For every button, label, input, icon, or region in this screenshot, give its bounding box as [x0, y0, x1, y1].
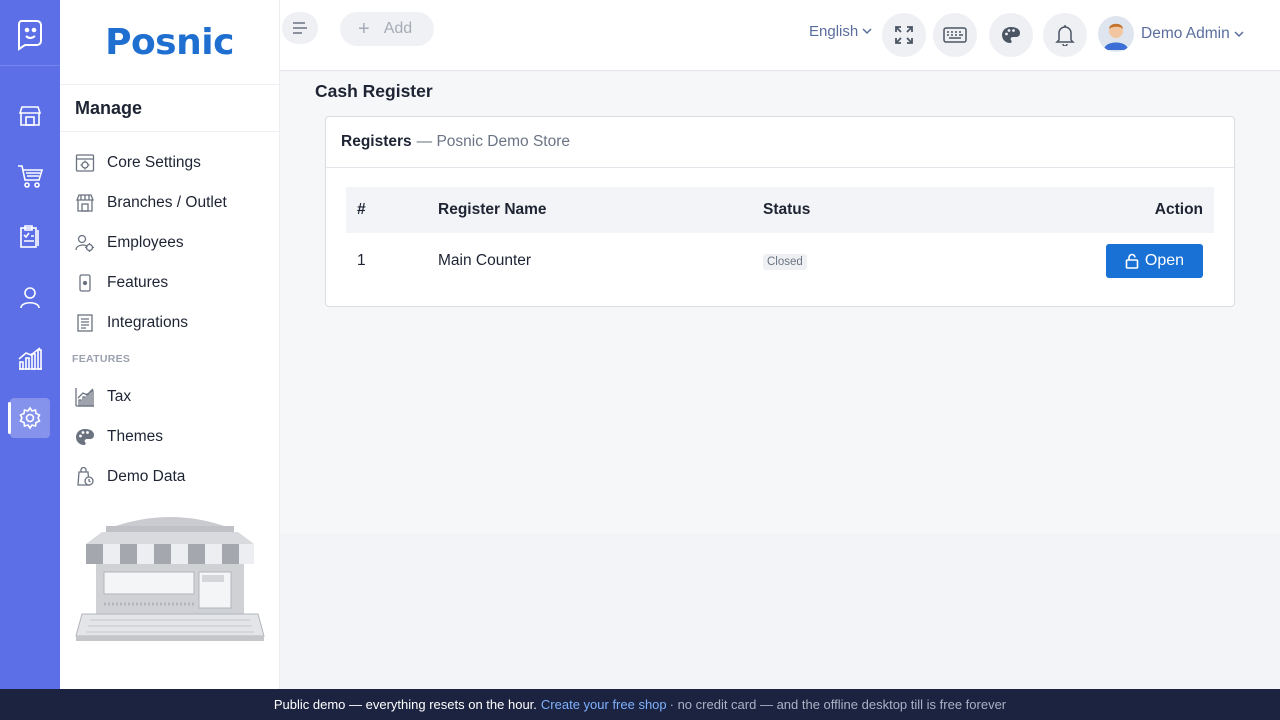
column-header: Action — [1154, 201, 1203, 218]
menu-item-integrations[interactable]: Integrations — [74, 308, 188, 338]
add-button[interactable]: + Add — [340, 12, 434, 46]
column-header: Status — [763, 201, 811, 218]
chevron-down-icon — [862, 28, 872, 35]
unlock-icon — [1125, 253, 1139, 269]
shop-illustration — [74, 514, 266, 646]
banner-rest: · no credit card — and the offline deskt… — [669, 697, 1007, 712]
palette-icon — [74, 426, 96, 448]
table-header: # Register Name Status Action — [346, 187, 1214, 233]
features-section-label: FEATURES — [72, 353, 131, 365]
register-name: Main Counter — [438, 252, 532, 269]
banner-text: Public demo — everything resets on the h… — [273, 697, 537, 712]
panel-title: Manage — [60, 85, 279, 132]
create-shop-link[interactable]: Create your free shop — [541, 697, 667, 712]
menu-item-demo-data[interactable]: Demo Data — [74, 462, 185, 492]
menu-toggle-button[interactable] — [282, 12, 318, 44]
registers-table: # Register Name Status Action 1 Main Cou… — [346, 187, 1214, 289]
status-badge: Closed — [763, 254, 807, 270]
rail-store-icon[interactable] — [10, 96, 50, 136]
menu-label: Employees — [107, 234, 184, 251]
demo-data-icon — [74, 466, 96, 488]
rail-settings-icon[interactable] — [8, 398, 50, 438]
bell-icon — [1055, 25, 1075, 46]
notifications-button[interactable] — [1043, 13, 1087, 57]
fullscreen-button[interactable] — [882, 13, 926, 57]
add-label: Add — [383, 20, 413, 37]
icon-rail — [0, 0, 60, 689]
user-menu[interactable]: Demo Admin — [1098, 16, 1244, 52]
rail-user-icon[interactable] — [10, 277, 50, 317]
rail-cart-icon[interactable] — [10, 156, 50, 196]
card-subtitle: — Posnic Demo Store — [416, 133, 570, 150]
language-label: English — [809, 23, 859, 40]
menu-item-employees[interactable]: Employees — [74, 228, 184, 258]
card-header: Registers — Posnic Demo Store — [326, 117, 1234, 168]
keyboard-icon — [943, 27, 967, 43]
card-title: Registers — [341, 133, 412, 150]
chart-icon — [74, 386, 96, 408]
menu-item-branches[interactable]: Branches / Outlet — [74, 188, 227, 218]
rail-reports-icon[interactable] — [10, 338, 50, 378]
status-cell: Closed — [763, 252, 1013, 270]
plus-icon: + — [358, 17, 370, 40]
integrations-icon — [74, 312, 96, 334]
demo-banner: Public demo — everything resets on the h… — [0, 689, 1280, 720]
app-logo-icon[interactable] — [0, 0, 60, 66]
menu-item-themes[interactable]: Themes — [74, 422, 163, 452]
registers-card: Registers — Posnic Demo Store # Register… — [325, 116, 1235, 307]
page-title: Cash Register — [315, 81, 433, 101]
palette-icon — [1002, 27, 1020, 43]
menu-item-features[interactable]: Features — [74, 268, 168, 298]
avatar — [1098, 16, 1134, 52]
open-label: Open — [1144, 252, 1185, 269]
rail-orders-icon[interactable] — [10, 217, 50, 257]
settings-panel: Posnic Manage Core Settings Branches / O… — [60, 0, 280, 689]
device-icon — [74, 272, 96, 294]
menu-label: Demo Data — [107, 468, 186, 485]
chevron-down-icon — [1234, 30, 1244, 37]
menu-label: Tax — [107, 388, 132, 405]
column-header: Register Name — [438, 201, 547, 218]
column-header: # — [357, 201, 366, 218]
top-bar: + Add English Demo Admin — [280, 0, 1280, 71]
settings-panel-icon — [74, 152, 96, 174]
menu-item-tax[interactable]: Tax — [74, 382, 131, 412]
action-cell: Open — [1013, 244, 1214, 278]
user-name: Demo Admin — [1141, 25, 1230, 42]
fullscreen-icon — [895, 26, 913, 44]
theme-button[interactable] — [989, 13, 1033, 57]
open-register-button[interactable]: Open — [1106, 244, 1203, 278]
menu-label: Themes — [107, 428, 163, 445]
menu-label: Integrations — [107, 314, 188, 331]
menu-item-core-settings[interactable]: Core Settings — [74, 148, 201, 178]
brand-logo[interactable]: Posnic — [60, 0, 279, 85]
language-select[interactable]: English — [809, 23, 872, 40]
register-number: 1 — [357, 252, 366, 269]
table-row: 1 Main Counter Closed Open — [346, 233, 1214, 289]
menu-label: Features — [107, 274, 169, 291]
store-icon — [74, 192, 96, 214]
employees-icon — [74, 232, 96, 254]
menu-label: Branches / Outlet — [107, 194, 227, 211]
brand-name: Posnic — [105, 21, 234, 63]
menu-label: Core Settings — [107, 154, 201, 171]
keyboard-shortcuts-button[interactable] — [933, 13, 977, 57]
